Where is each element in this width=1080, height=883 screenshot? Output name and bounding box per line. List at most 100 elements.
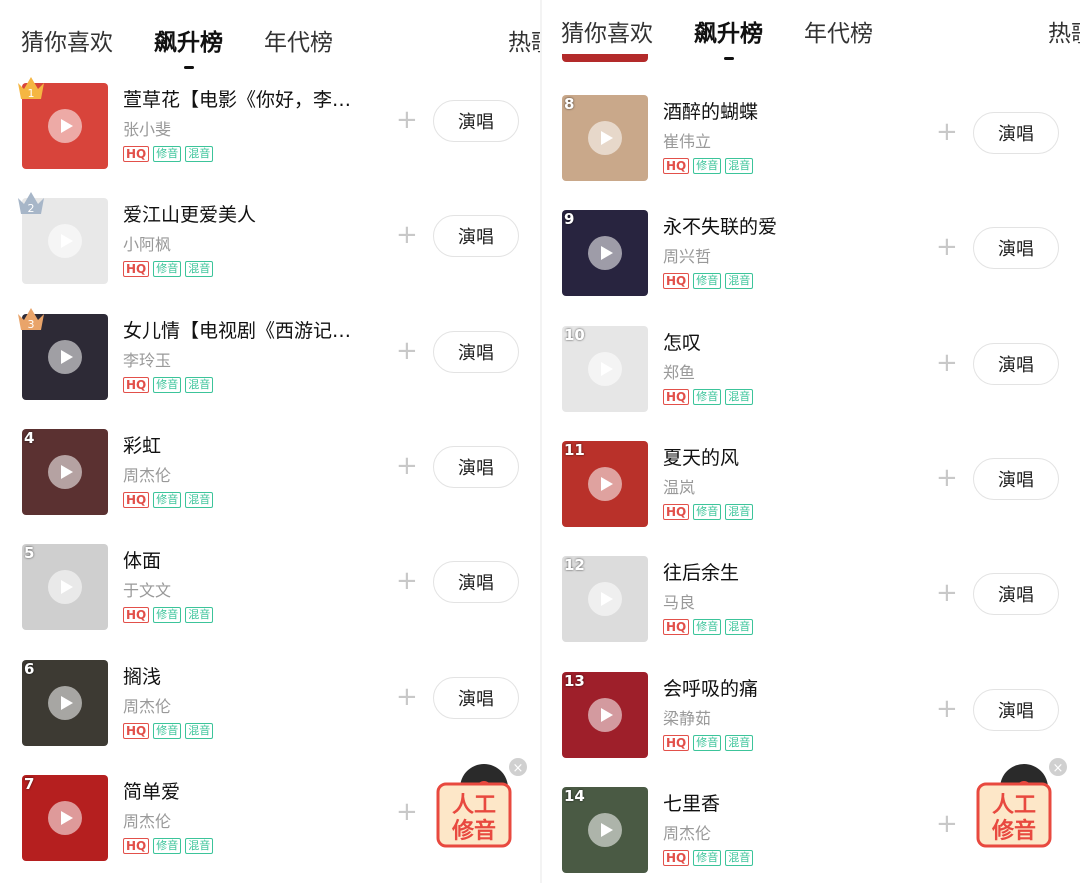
sing-button[interactable]: 演唱 bbox=[973, 688, 1059, 731]
song-row[interactable]: 3 女儿情【电视剧《西游记… 李玲玉 HQ 修音 混音 + 演唱 bbox=[0, 302, 540, 417]
album-cover[interactable]: 5 bbox=[22, 544, 108, 631]
song-artist[interactable]: 温岚 bbox=[663, 474, 695, 498]
add-to-list-icon[interactable]: + bbox=[396, 799, 418, 825]
song-title[interactable]: 爱江山更爱美人 bbox=[123, 200, 375, 227]
sing-button[interactable]: 演唱 bbox=[433, 445, 519, 488]
add-to-list-icon[interactable]: + bbox=[396, 684, 418, 710]
tab-rising-chart[interactable]: 飙升榜 bbox=[694, 14, 763, 48]
play-icon[interactable] bbox=[588, 697, 622, 732]
song-row[interactable]: 9 永不失联的爱 周兴哲 HQ 修音 混音 + 演唱 bbox=[540, 198, 1080, 313]
song-title[interactable]: 萱草花【电影《你好，李… bbox=[123, 85, 375, 112]
sing-button[interactable]: 演唱 bbox=[973, 227, 1059, 270]
song-row[interactable]: 2 爱江山更爱美人 小阿枫 HQ 修音 混音 + 演唱 bbox=[0, 186, 540, 301]
album-cover[interactable]: 6 bbox=[22, 659, 108, 746]
add-to-list-icon[interactable]: + bbox=[936, 234, 958, 260]
album-cover[interactable]: 14 bbox=[562, 786, 648, 873]
song-artist[interactable]: 梁静茹 bbox=[663, 705, 711, 729]
song-artist[interactable]: 周兴哲 bbox=[663, 243, 711, 267]
album-cover[interactable]: 11 bbox=[562, 440, 648, 527]
song-artist[interactable]: 小阿枫 bbox=[123, 231, 171, 255]
song-title[interactable]: 永不失联的爱 bbox=[663, 212, 915, 239]
song-title[interactable]: 往后余生 bbox=[663, 558, 915, 585]
add-to-list-icon[interactable]: + bbox=[936, 350, 958, 376]
tab-guess-you-like[interactable]: 猜你喜欢 bbox=[561, 14, 653, 48]
add-to-list-icon[interactable]: + bbox=[936, 696, 958, 722]
song-artist[interactable]: 李玲玉 bbox=[123, 347, 171, 371]
album-cover[interactable]: 13 bbox=[562, 671, 648, 758]
play-icon[interactable] bbox=[588, 582, 622, 617]
add-to-list-icon[interactable]: + bbox=[936, 811, 958, 837]
sing-button[interactable]: 演唱 bbox=[433, 330, 519, 373]
song-artist[interactable]: 张小斐 bbox=[123, 116, 171, 140]
album-cover[interactable]: 9 bbox=[562, 210, 648, 297]
sing-button[interactable]: 演唱 bbox=[973, 342, 1059, 385]
song-row[interactable]: 10 怎叹 郑鱼 HQ 修音 混音 + 演唱 bbox=[540, 314, 1080, 429]
song-row[interactable]: 1 萱草花【电影《你好，李… 张小斐 HQ 修音 混音 + 演唱 bbox=[0, 71, 540, 186]
sing-button[interactable]: 演唱 bbox=[433, 561, 519, 604]
song-title[interactable]: 搁浅 bbox=[123, 662, 375, 689]
play-icon[interactable] bbox=[48, 224, 82, 259]
play-icon[interactable] bbox=[588, 236, 622, 271]
tab-hot-songs[interactable]: 热歌 bbox=[1048, 14, 1080, 48]
song-row[interactable]: 11 夏天的风 温岚 HQ 修音 混音 + 演唱 bbox=[540, 429, 1080, 544]
song-title[interactable]: 简单爱 bbox=[123, 777, 375, 804]
sing-button[interactable]: 演唱 bbox=[433, 215, 519, 258]
play-icon[interactable] bbox=[48, 685, 82, 720]
song-artist[interactable]: 周杰伦 bbox=[123, 462, 171, 486]
sing-button[interactable]: 演唱 bbox=[973, 112, 1059, 154]
add-to-list-icon[interactable]: + bbox=[936, 119, 958, 145]
ai-retune-badge[interactable]: 人工 修音 × bbox=[432, 758, 528, 854]
song-title[interactable]: 怎叹 bbox=[663, 328, 915, 355]
play-icon[interactable] bbox=[48, 800, 82, 835]
ai-retune-badge[interactable]: 人工 修音 × bbox=[972, 758, 1068, 854]
song-artist[interactable]: 马良 bbox=[663, 589, 695, 613]
tab-decade-chart[interactable]: 年代榜 bbox=[804, 14, 873, 48]
play-icon[interactable] bbox=[588, 121, 622, 155]
song-artist[interactable]: 周杰伦 bbox=[123, 808, 171, 832]
play-icon[interactable] bbox=[588, 351, 622, 386]
add-to-list-icon[interactable]: + bbox=[936, 465, 958, 491]
sing-button[interactable]: 演唱 bbox=[973, 573, 1059, 616]
play-icon[interactable] bbox=[48, 109, 82, 143]
song-title[interactable]: 体面 bbox=[123, 546, 375, 573]
song-row[interactable]: 8 酒醉的蝴蝶 崔伟立 HQ 修音 混音 + 演唱 bbox=[540, 83, 1080, 198]
play-icon[interactable] bbox=[48, 339, 82, 374]
add-to-list-icon[interactable]: + bbox=[396, 107, 418, 133]
song-row[interactable]: 6 搁浅 周杰伦 HQ 修音 混音 + 演唱 bbox=[0, 648, 540, 763]
add-to-list-icon[interactable]: + bbox=[396, 453, 418, 479]
add-to-list-icon[interactable]: + bbox=[396, 222, 418, 248]
badge-close-icon[interactable]: × bbox=[513, 761, 524, 776]
play-icon[interactable] bbox=[48, 570, 82, 605]
song-title[interactable]: 女儿情【电视剧《西游记… bbox=[123, 316, 375, 343]
song-row[interactable]: 4 彩虹 周杰伦 HQ 修音 混音 + 演唱 bbox=[0, 417, 540, 532]
sing-button[interactable]: 演唱 bbox=[433, 676, 519, 719]
album-cover[interactable]: 10 bbox=[562, 325, 648, 412]
badge-close-icon[interactable]: × bbox=[1053, 761, 1064, 776]
album-cover[interactable]: 12 bbox=[562, 556, 648, 643]
play-icon[interactable] bbox=[588, 466, 622, 501]
song-title[interactable]: 夏天的风 bbox=[663, 443, 915, 470]
tab-decade-chart[interactable]: 年代榜 bbox=[264, 23, 333, 57]
add-to-list-icon[interactable]: + bbox=[936, 580, 958, 606]
song-title[interactable]: 会呼吸的痛 bbox=[663, 674, 915, 701]
play-icon[interactable] bbox=[588, 812, 622, 847]
tab-guess-you-like[interactable]: 猜你喜欢 bbox=[21, 23, 113, 57]
song-artist[interactable]: 周杰伦 bbox=[123, 693, 171, 717]
song-title[interactable]: 酒醉的蝴蝶 bbox=[663, 97, 915, 124]
song-row[interactable]: 12 往后余生 马良 HQ 修音 混音 + 演唱 bbox=[540, 544, 1080, 659]
song-title[interactable]: 七里香 bbox=[663, 789, 915, 816]
album-cover[interactable]: 4 bbox=[22, 428, 108, 515]
sing-button[interactable]: 演唱 bbox=[973, 457, 1059, 500]
song-artist[interactable]: 于文文 bbox=[123, 577, 171, 601]
song-artist[interactable]: 郑鱼 bbox=[663, 359, 695, 383]
sing-button[interactable]: 演唱 bbox=[433, 100, 519, 142]
song-artist[interactable]: 崔伟立 bbox=[663, 128, 711, 152]
add-to-list-icon[interactable]: + bbox=[396, 568, 418, 594]
add-to-list-icon[interactable]: + bbox=[396, 338, 418, 364]
tab-hot-songs[interactable]: 热歌 bbox=[508, 23, 540, 57]
song-artist[interactable]: 周杰伦 bbox=[663, 820, 711, 844]
album-cover[interactable]: 7 bbox=[22, 774, 108, 861]
album-cover[interactable]: 8 bbox=[562, 95, 648, 181]
song-row[interactable]: 5 体面 于文文 HQ 修音 混音 + 演唱 bbox=[0, 532, 540, 647]
song-title[interactable]: 彩虹 bbox=[123, 431, 375, 458]
